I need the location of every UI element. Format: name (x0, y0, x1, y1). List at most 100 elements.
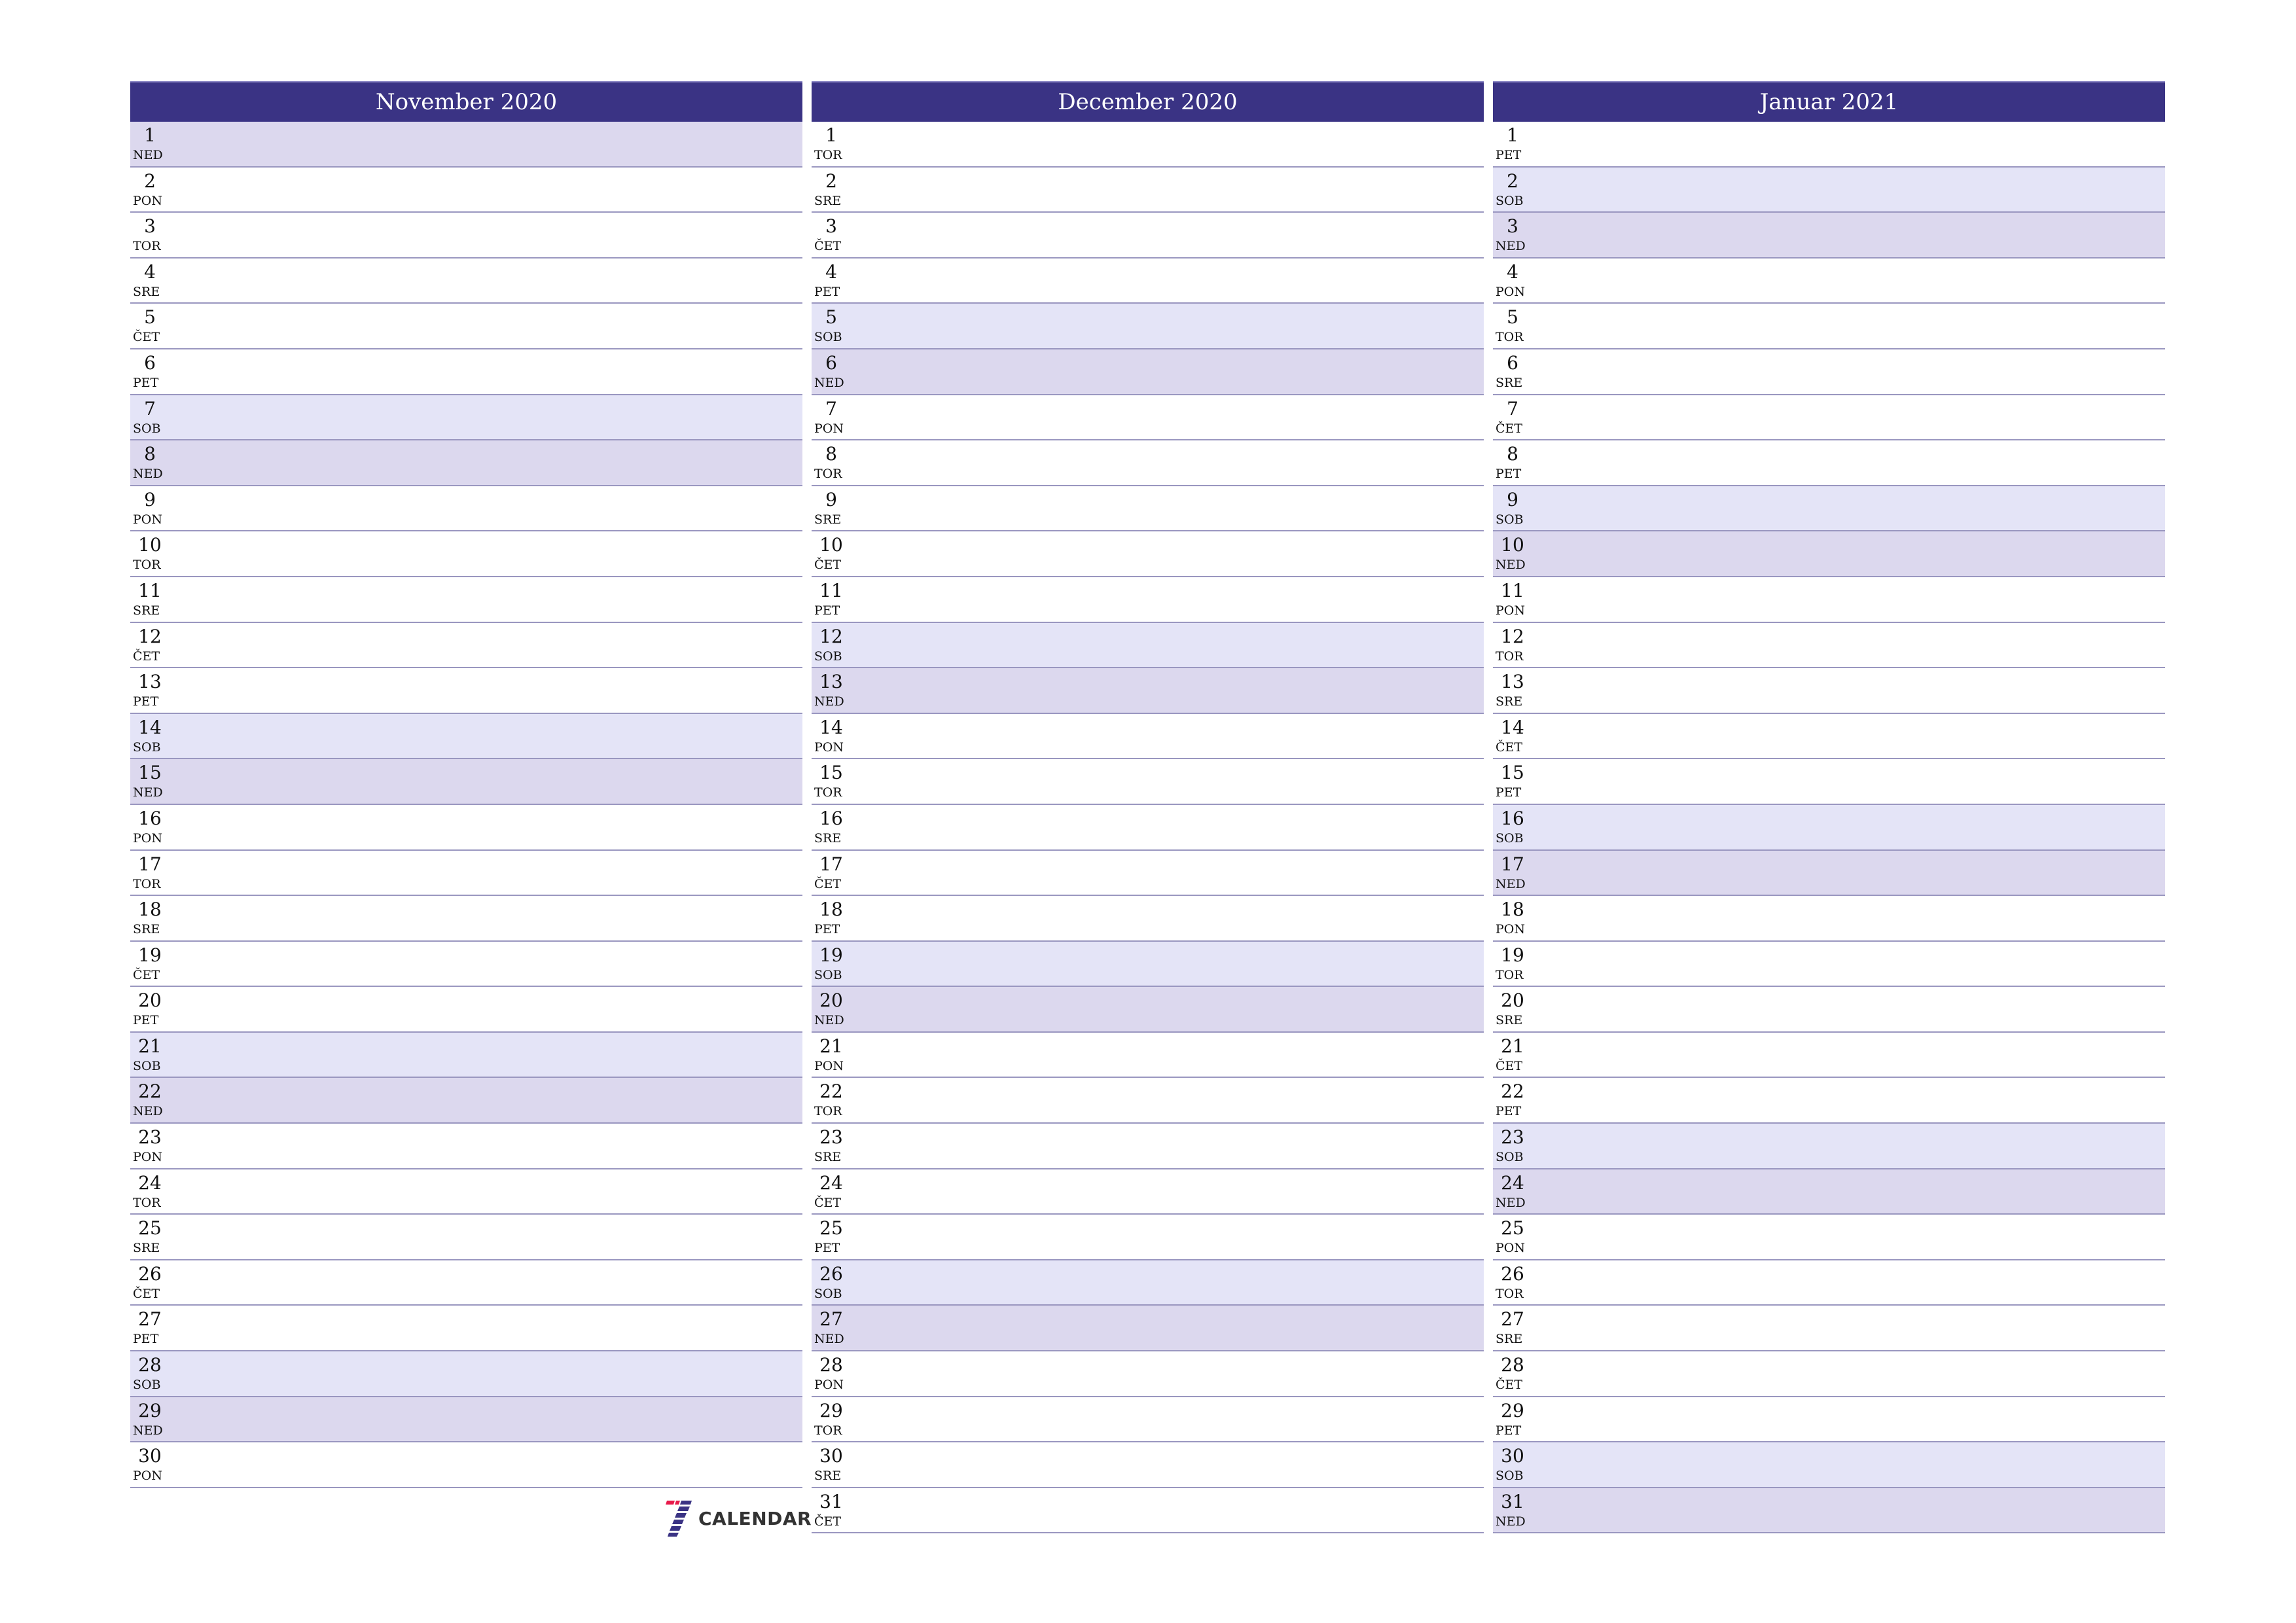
day-row: 14 ČET (1493, 713, 2165, 760)
weekday-label: SRE (133, 603, 160, 618)
day-number: 31 (819, 1490, 843, 1512)
day-number: 22 (1501, 1080, 1524, 1103)
day-list: 1 NED 2 PON 3 TOR 4 SRE 5 ČET 6 PET 7 SOB 8 NED 9 PON 10 TO… (130, 122, 802, 1488)
day-row: 23 PON (130, 1124, 802, 1169)
day-row: 7 PON (812, 395, 1484, 441)
weekday-label: ČET (814, 239, 842, 254)
day-list: 1 TOR 2 SRE 3 ČET 4 PET 5 SOB 6 NED 7 PON 8 TOR 9 SRE 10 ČE… (812, 122, 1484, 1534)
weekday-label: TOR (1496, 967, 1524, 982)
day-number: 8 (1507, 443, 1518, 465)
weekday-label: PET (814, 1241, 840, 1256)
weekday-label: SRE (1496, 375, 1523, 390)
day-row: 28 PON (812, 1351, 1484, 1397)
day-row: 25 PET (812, 1215, 1484, 1260)
day-number: 27 (1501, 1308, 1524, 1330)
day-row: 27 NED (812, 1306, 1484, 1352)
weekday-label: ČET (133, 649, 160, 664)
month-december: December 2020 1 TOR 2 SRE 3 ČET 4 PET 5 SOB 6 NED 7 P… (812, 81, 1484, 1534)
day-row: 26 SOB (812, 1260, 1484, 1306)
month-title: Januar 2021 (1493, 81, 2165, 122)
day-row: 26 TOR (1493, 1260, 2165, 1306)
weekday-label: SOB (133, 1378, 161, 1393)
weekday-label: PON (133, 1150, 162, 1165)
day-row: 18 PET (812, 896, 1484, 942)
day-number: 5 (1507, 306, 1518, 329)
weekday-label: NED (133, 1423, 163, 1438)
weekday-label: ČET (814, 876, 842, 891)
weekday-label: SRE (1496, 1332, 1523, 1347)
day-row: 2 PON (130, 167, 802, 213)
day-row: 29 NED (130, 1397, 802, 1443)
day-row: 11 PON (1493, 577, 2165, 623)
weekday-label: PON (814, 421, 844, 436)
weekday-label: SRE (814, 1150, 842, 1165)
day-row: 12 ČET (130, 622, 802, 669)
weekday-label: PET (1496, 467, 1522, 482)
weekday-label: PON (1496, 922, 1525, 937)
day-number: 6 (144, 351, 156, 374)
weekday-label: SOB (1496, 830, 1524, 846)
day-number: 26 (819, 1262, 843, 1285)
day-row: 23 SRE (812, 1124, 1484, 1169)
day-number: 15 (138, 762, 162, 784)
day-row: 2 SOB (1493, 167, 2165, 213)
weekday-label: NED (1496, 239, 1526, 254)
weekday-label: PET (133, 1332, 159, 1347)
day-number: 12 (1501, 625, 1524, 647)
day-row: 7 ČET (1493, 395, 2165, 441)
day-row: 31 NED (1493, 1488, 2165, 1534)
day-number: 1 (144, 124, 156, 146)
day-row: 19 TOR (1493, 941, 2165, 988)
weekday-label: SOB (1496, 1150, 1524, 1165)
day-number: 4 (825, 260, 837, 283)
weekday-label: PON (133, 512, 162, 527)
weekday-label: NED (133, 1104, 163, 1119)
weekday-label: ČET (1496, 740, 1523, 755)
day-number: 17 (1501, 853, 1524, 875)
weekday-label: SRE (1496, 694, 1523, 709)
day-row: 15 NED (130, 759, 802, 805)
weekday-label: ČET (133, 1286, 160, 1301)
day-number: 11 (819, 579, 843, 601)
day-row: 9 SOB (1493, 486, 2165, 532)
day-row: 1 PET (1493, 122, 2165, 168)
day-number: 19 (819, 944, 843, 966)
weekday-label: NED (814, 1013, 844, 1028)
day-number: 7 (144, 397, 156, 419)
weekday-label: SOB (814, 967, 842, 982)
day-number: 13 (138, 671, 162, 693)
day-number: 2 (1507, 169, 1518, 192)
month-january: Januar 2021 1 PET 2 SOB 3 NED 4 PON 5 TOR 6 SRE 7 ČET… (1493, 81, 2165, 1534)
day-row: 8 TOR (812, 440, 1484, 486)
weekday-label: PON (133, 193, 162, 208)
day-row: 4 PET (812, 258, 1484, 304)
day-row: 1 NED (130, 122, 802, 168)
weekday-label: NED (1496, 558, 1526, 573)
weekday-label: ČET (814, 1514, 842, 1529)
weekday-label: PON (1496, 284, 1525, 299)
day-row: 23 SOB (1493, 1124, 2165, 1169)
day-row: 9 SRE (812, 486, 1484, 532)
day-number: 27 (138, 1308, 162, 1330)
day-row: 12 TOR (1493, 622, 2165, 669)
weekday-label: NED (1496, 1195, 1526, 1210)
day-row: 6 PET (130, 349, 802, 395)
day-number: 12 (138, 625, 162, 647)
day-number: 3 (1507, 215, 1518, 238)
day-row: 2 SRE (812, 167, 1484, 213)
weekday-label: PON (814, 740, 844, 755)
weekday-label: ČET (133, 330, 160, 345)
day-number: 9 (144, 488, 156, 510)
weekday-label: SRE (814, 512, 842, 527)
day-number: 21 (138, 1035, 162, 1057)
weekday-label: ČET (814, 1195, 842, 1210)
day-number: 3 (825, 215, 837, 238)
day-number: 26 (1501, 1262, 1524, 1285)
weekday-label: SOB (1496, 193, 1524, 208)
weekday-label: PET (133, 1013, 159, 1028)
day-row: 30 SOB (1493, 1442, 2165, 1488)
day-number: 12 (819, 625, 843, 647)
day-row: 8 NED (130, 440, 802, 486)
day-list: 1 PET 2 SOB 3 NED 4 PON 5 TOR 6 SRE 7 ČET 8 PET 9 SOB 10 NE… (1493, 122, 2165, 1534)
day-row: 16 PON (130, 804, 802, 851)
